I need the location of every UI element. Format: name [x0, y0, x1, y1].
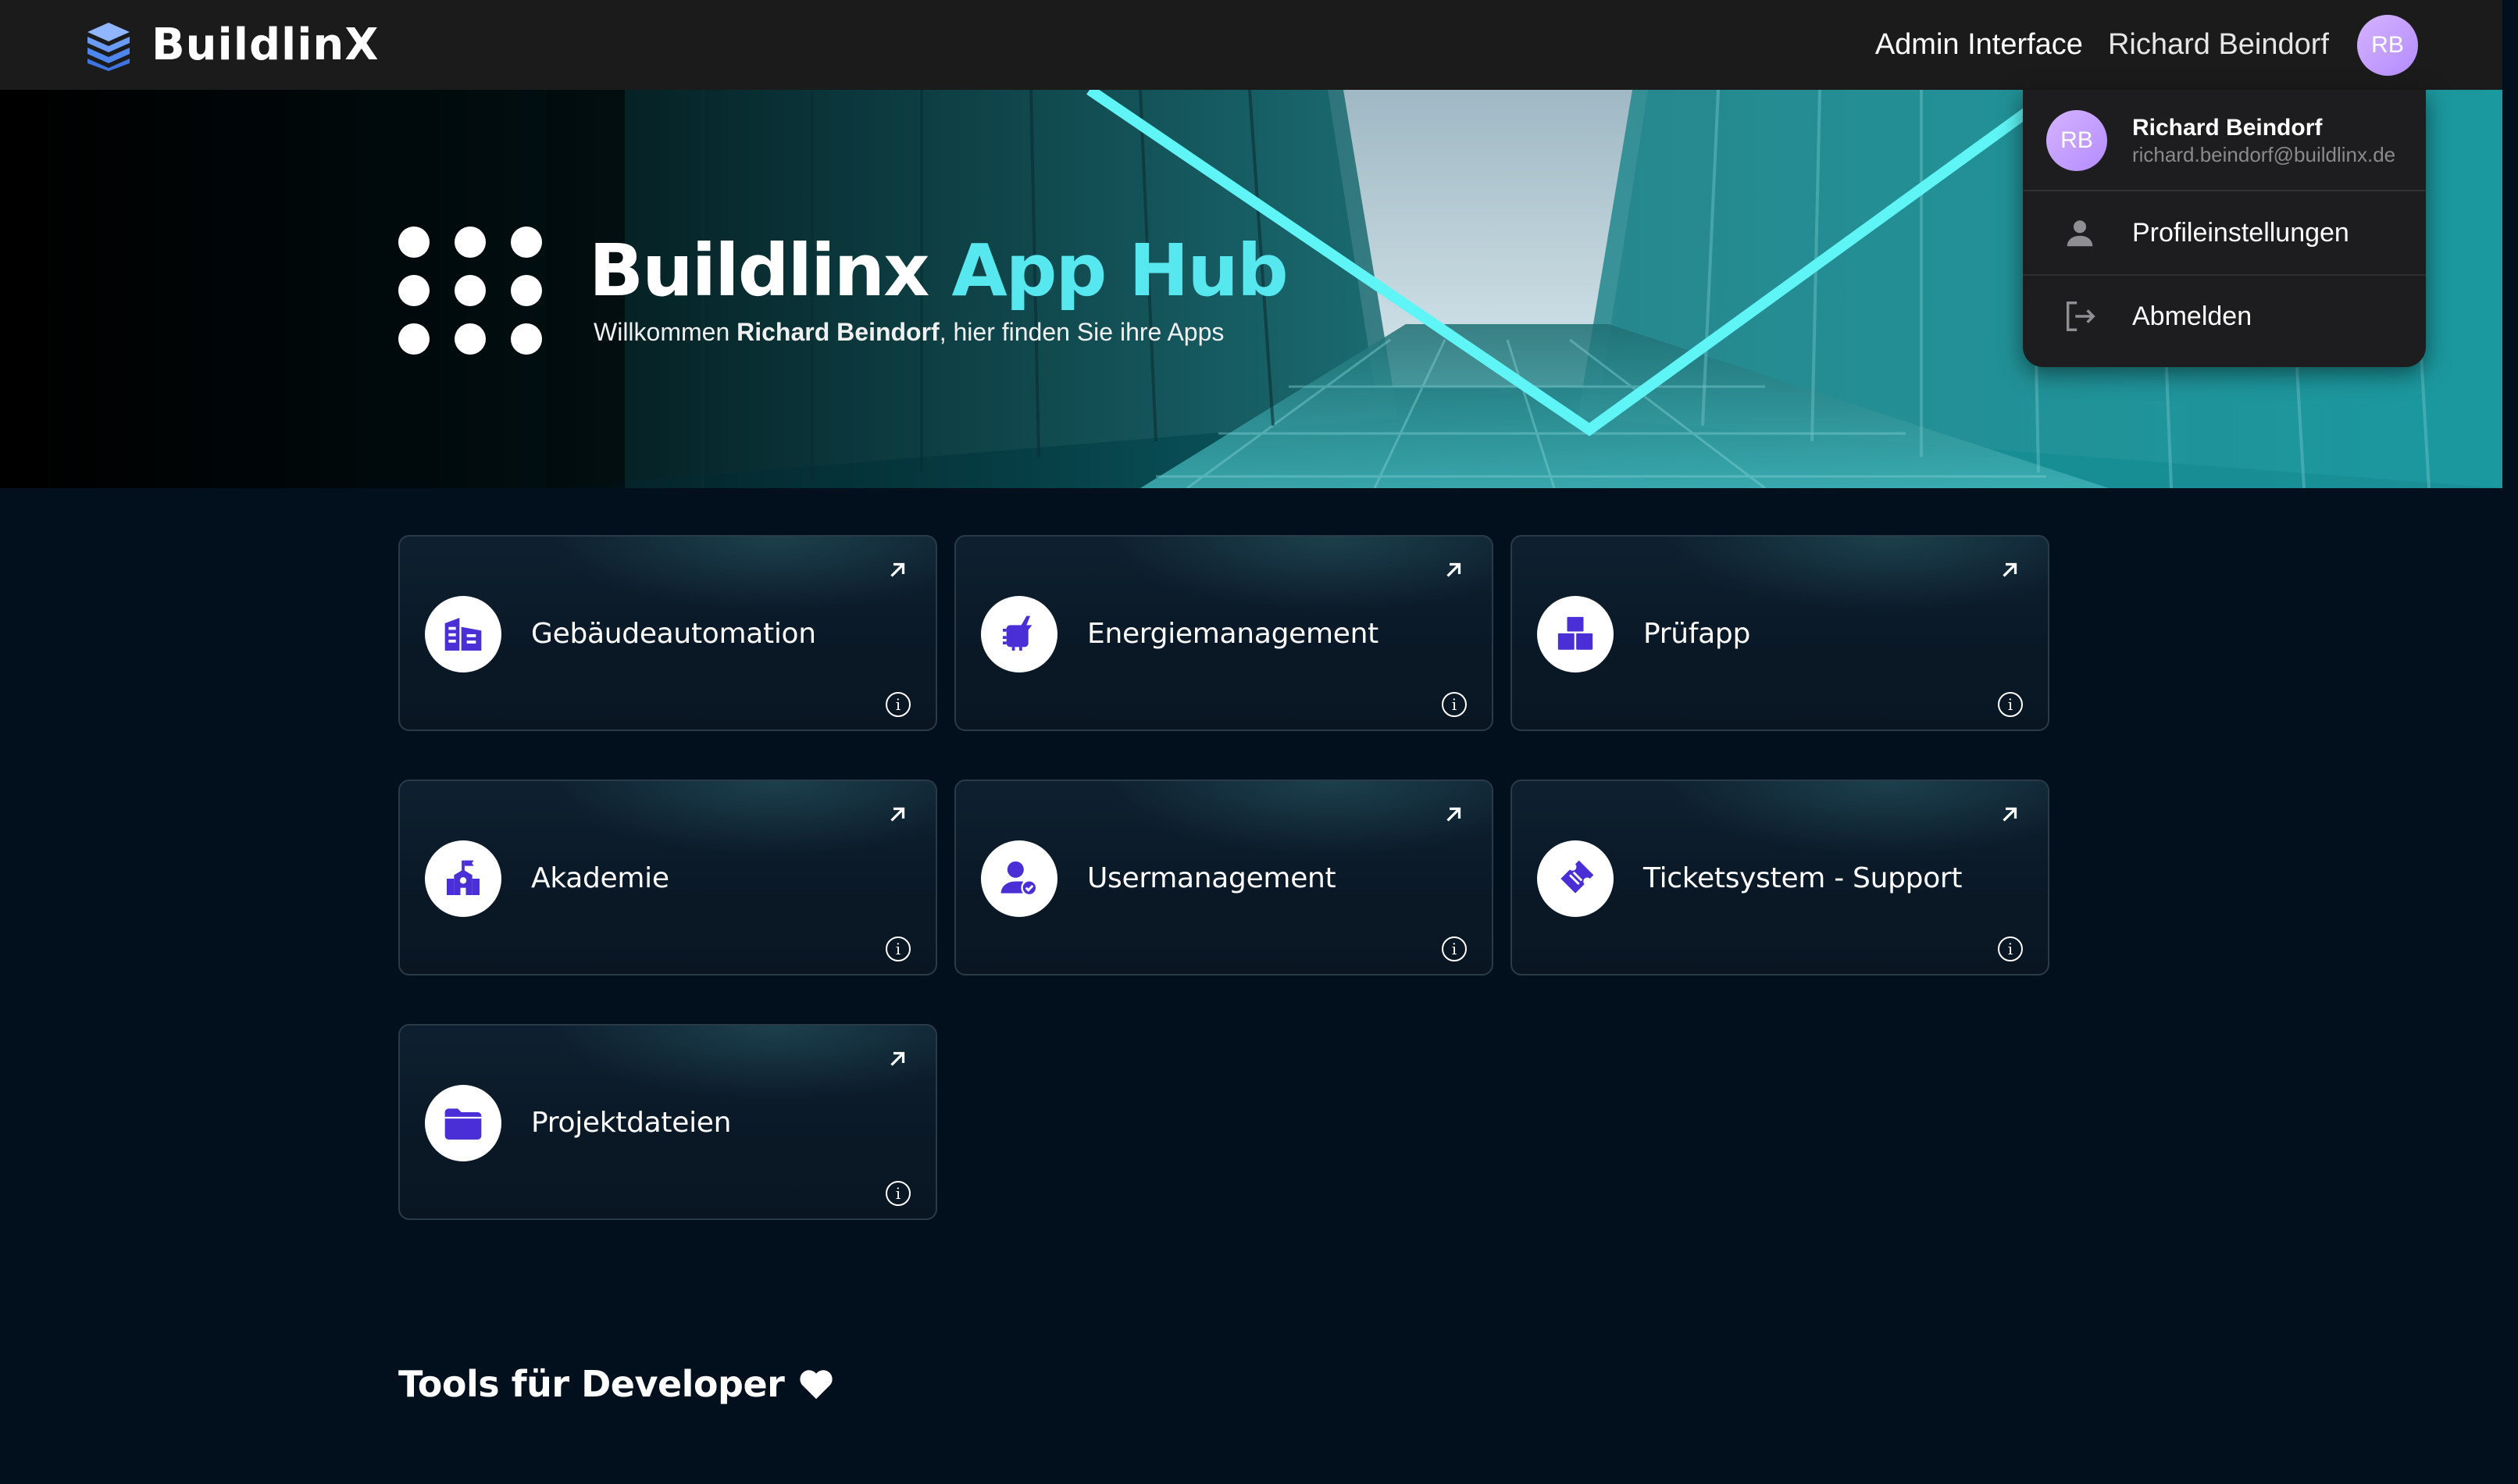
external-link-icon[interactable]	[886, 1047, 909, 1071]
info-icon[interactable]: i	[1998, 692, 2023, 717]
external-link-icon[interactable]	[1442, 803, 1465, 826]
hero-text: Buildlinx App Hub Willkommen Richard Bei…	[589, 228, 1289, 347]
hero-content: Buildlinx App Hub Willkommen Richard Bei…	[398, 227, 1289, 355]
admin-interface-link[interactable]: Admin Interface	[1875, 28, 2083, 62]
user-menu-header: RB Richard Beindorf richard.beindorf@bui…	[2023, 90, 2426, 191]
app-card-label: Akademie	[531, 862, 669, 894]
info-icon[interactable]: i	[1442, 936, 1467, 961]
external-link-icon[interactable]	[1442, 558, 1465, 582]
topbar-actions: Admin Interface Richard Beindorf RB	[1875, 14, 2418, 76]
avatar: RB	[2046, 110, 2107, 171]
external-link-icon[interactable]	[1998, 558, 2021, 582]
page-title: Buildlinx App Hub	[589, 228, 1289, 312]
energy-chip-icon	[1003, 615, 1033, 651]
menu-item-logout[interactable]: Abmelden	[2023, 274, 2426, 357]
app-grid-icon	[398, 227, 542, 355]
info-icon[interactable]: i	[886, 1181, 911, 1206]
user-name: Richard Beindorf	[2107, 28, 2329, 61]
user-menu-email: richard.beindorf@buildlinx.de	[2132, 142, 2396, 166]
building-icon	[444, 618, 482, 651]
app-card-label: Usermanagement	[1087, 862, 1336, 894]
ticket-icon	[1560, 860, 1594, 894]
info-icon[interactable]: i	[886, 692, 911, 717]
app-card-energiemanagement[interactable]: Energiemanagement i	[954, 535, 1493, 731]
info-icon[interactable]: i	[886, 936, 911, 961]
app-card-label: Prüfapp	[1643, 618, 1751, 650]
info-icon[interactable]: i	[1442, 692, 1467, 717]
brand-logo-link[interactable]: BuildlinX	[81, 18, 379, 73]
app-card-ticketsystem-support[interactable]: Ticketsystem - Support i	[1510, 779, 2049, 976]
brand-name: BuildlinX	[152, 20, 380, 70]
app-card-label: Gebäudeautomation	[531, 618, 816, 650]
user-menu-name: Richard Beindorf	[2132, 114, 2323, 141]
external-link-icon[interactable]	[1998, 803, 2021, 826]
layers-logo-icon	[87, 22, 130, 71]
user-check-icon	[1000, 861, 1038, 897]
welcome-message: Willkommen Richard Beindorf, hier finden…	[594, 317, 1225, 346]
external-link-icon[interactable]	[886, 558, 909, 582]
top-bar: BuildlinX Admin Interface Richard Beindo…	[0, 0, 2502, 90]
app-card-usermanagement[interactable]: Usermanagement i	[954, 779, 1493, 976]
boxes-icon	[1556, 615, 1595, 652]
app-card-akademie[interactable]: Akademie i	[398, 779, 937, 976]
heart-icon	[800, 1370, 833, 1400]
user-menu-dropdown: RB Richard Beindorf richard.beindorf@bui…	[2023, 90, 2426, 367]
external-link-icon[interactable]	[886, 803, 909, 826]
school-icon	[447, 860, 480, 895]
avatar-button[interactable]: RB	[2357, 14, 2418, 76]
app-card-gebaeudeautomation[interactable]: Gebäudeautomation i	[398, 535, 937, 731]
app-card-projektdateien[interactable]: Projektdateien i	[398, 1024, 937, 1220]
folder-icon	[444, 1108, 482, 1140]
info-icon[interactable]: i	[1998, 936, 2023, 961]
app-card-label: Projektdateien	[531, 1107, 732, 1139]
app-card-pruefapp[interactable]: Prüfapp i	[1510, 535, 2049, 731]
developer-tools-heading: Tools für Developer	[398, 1363, 834, 1405]
app-card-label: Ticketsystem - Support	[1643, 862, 1963, 894]
person-icon	[2067, 220, 2093, 247]
logout-icon	[2066, 301, 2095, 331]
app-card-label: Energiemanagement	[1087, 618, 1378, 650]
menu-item-profile-settings[interactable]: Profileinstellungen	[2023, 191, 2426, 274]
app-grid: Gebäudeautomation i Energiemanagement i	[398, 535, 2049, 1220]
